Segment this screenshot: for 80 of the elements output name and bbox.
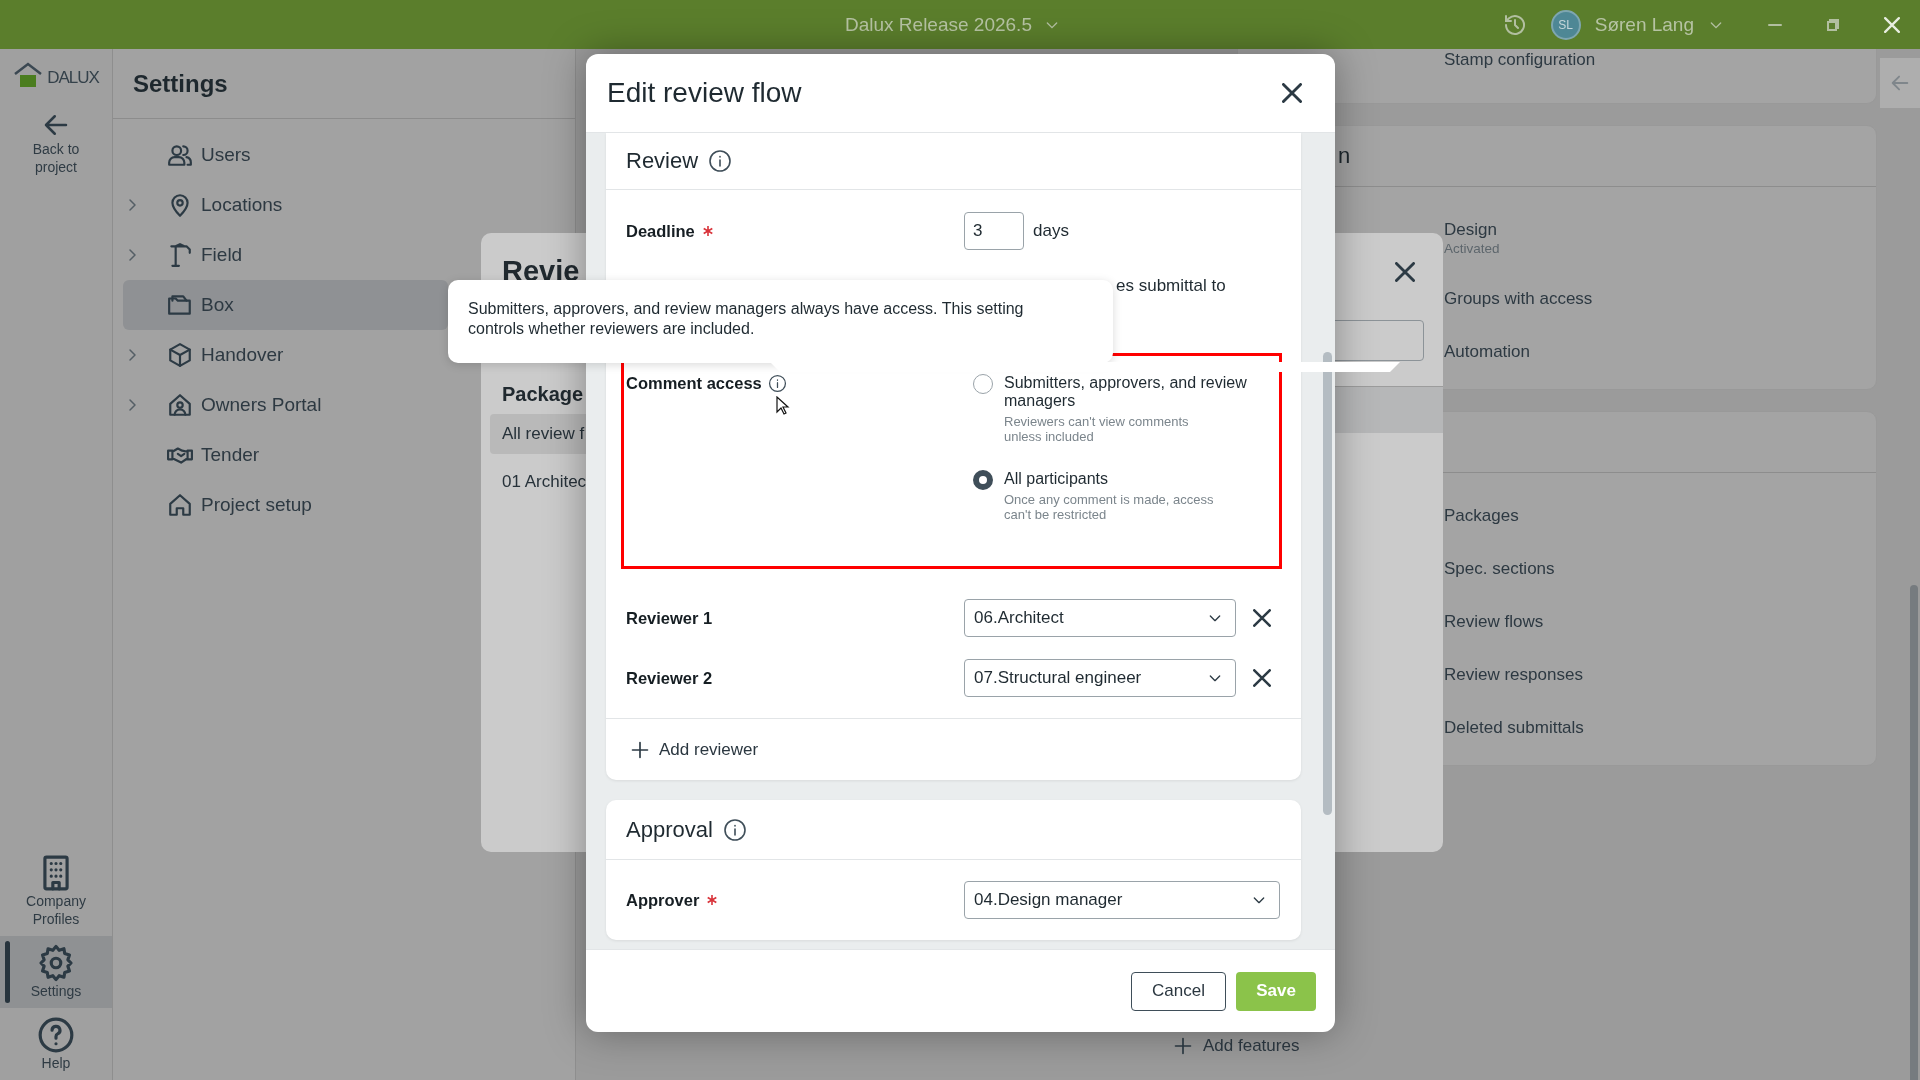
approver-label: Approver xyxy=(626,890,700,910)
rail-nav-item[interactable]: Company Profiles xyxy=(0,846,112,936)
cancel-button[interactable]: Cancel xyxy=(1131,971,1226,1011)
feature-link[interactable]: Deleted submittals xyxy=(1444,717,1876,739)
remove-icon[interactable] xyxy=(1253,609,1271,627)
feature-link[interactable]: Design xyxy=(1444,219,1876,241)
remove-icon[interactable] xyxy=(1253,669,1271,687)
feature-link[interactable]: Review flows xyxy=(1444,611,1876,633)
card-heading: n xyxy=(1338,143,1351,169)
tooltip-text: Submitters, approvers, and review managers always have access. This setting controls whether reviewers are included. xyxy=(468,299,1025,339)
settings-menu-item[interactable]: Users xyxy=(123,130,448,180)
feature-link[interactable]: Packages xyxy=(1444,505,1876,527)
reviewer-label: Reviewer 2 xyxy=(626,668,714,688)
setting-description: es submittal to xyxy=(1116,276,1226,295)
add-features-link[interactable]: Add features xyxy=(1203,1036,1300,1056)
add-reviewer-button[interactable]: Add reviewer xyxy=(606,718,1301,780)
option-label[interactable]: Submitters, approvers, and review managers xyxy=(1004,374,1266,410)
chevron-right-icon[interactable] xyxy=(127,198,139,212)
logo-text: DALUX xyxy=(47,68,99,88)
rail-nav-item[interactable]: Settings xyxy=(0,936,112,1008)
history-icon[interactable] xyxy=(1502,12,1527,37)
approver-dropdown[interactable]: 04.Design manager xyxy=(964,881,1280,919)
section-heading: Approval xyxy=(626,816,713,843)
settings-title: Settings xyxy=(113,49,575,119)
cursor-icon xyxy=(776,396,790,416)
rail-nav-item[interactable]: Help xyxy=(0,1008,112,1080)
folder-icon xyxy=(167,292,193,318)
settings-icon[interactable] xyxy=(37,944,75,982)
feature-link[interactable]: Stamp configuration xyxy=(1444,49,1876,71)
chevron-right-icon[interactable] xyxy=(127,348,139,362)
feature-status: Activated xyxy=(1444,241,1501,257)
section-heading: Review xyxy=(626,148,699,174)
settings-menu-item[interactable]: Locations xyxy=(123,180,448,230)
info-icon[interactable] xyxy=(767,374,787,393)
section-heading: Package xyxy=(502,383,584,405)
deadline-input[interactable]: 3 xyxy=(964,212,1024,250)
house-person-icon xyxy=(167,392,193,418)
house-icon xyxy=(167,492,193,518)
settings-menu-item[interactable]: Owners Portal xyxy=(123,380,448,430)
scrollbar-thumb[interactable] xyxy=(1323,352,1332,815)
feature-link[interactable]: Groups with access xyxy=(1444,288,1876,310)
reviewer-dropdown[interactable]: 06.Architect xyxy=(964,599,1236,637)
release-title[interactable]: Dalux Release 2026.5 xyxy=(845,13,1032,36)
dialog-title: Edit review flow xyxy=(607,77,802,109)
user-name[interactable]: Søren Lang xyxy=(1594,13,1694,36)
users-icon xyxy=(167,142,193,168)
settings-menu-item[interactable]: Project setup xyxy=(123,480,448,530)
radio-button[interactable] xyxy=(973,470,993,490)
option-label[interactable]: All participants xyxy=(1004,470,1266,488)
deadline-label: Deadline xyxy=(626,221,695,241)
settings-menu-item[interactable]: Field xyxy=(123,230,448,280)
box-icon xyxy=(167,342,193,368)
plus-icon[interactable] xyxy=(1173,1036,1193,1056)
feature-link[interactable]: Spec. sections xyxy=(1444,558,1876,580)
chevron-right-icon[interactable] xyxy=(127,248,139,262)
chevron-right-icon[interactable] xyxy=(127,398,139,412)
restore-icon[interactable] xyxy=(1826,17,1840,32)
scrollbar-thumb[interactable] xyxy=(1910,585,1918,1080)
plus-icon[interactable] xyxy=(630,739,650,760)
feature-link[interactable]: Automation xyxy=(1444,341,1876,363)
settings-menu-item[interactable]: Handover xyxy=(123,330,448,380)
close-icon[interactable] xyxy=(1282,83,1302,103)
option-description: Reviewers can't view comments unless included xyxy=(1004,414,1190,444)
help-icon[interactable] xyxy=(37,1016,75,1054)
close-icon[interactable] xyxy=(1395,262,1415,282)
reviewer-dropdown[interactable]: 07.Structural engineer xyxy=(964,659,1236,697)
reviewer-label: Reviewer 1 xyxy=(626,608,714,628)
house-logo-icon xyxy=(13,62,44,88)
settings-menu-item[interactable]: Box xyxy=(123,280,448,330)
info-icon[interactable] xyxy=(722,817,747,842)
feature-link[interactable]: Review responses xyxy=(1444,664,1876,686)
settings-menu-item[interactable]: Tender xyxy=(123,430,448,480)
dialog-title: Revie xyxy=(502,255,580,287)
crane-icon xyxy=(167,242,193,268)
info-icon[interactable] xyxy=(708,149,733,173)
comment-access-label: Comment access xyxy=(626,374,762,393)
user-avatar[interactable]: SL xyxy=(1550,9,1581,40)
option-description: Once any comment is made, access can't be restricted xyxy=(1004,492,1215,522)
back-to-project-button[interactable]: Back to project xyxy=(16,110,96,176)
unit-label: days xyxy=(1033,221,1069,241)
